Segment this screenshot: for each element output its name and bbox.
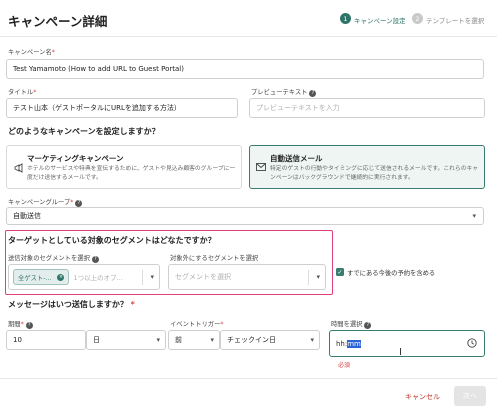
auto-email-description: 特定のゲストの行動やタイミングに応じて送信されるメールです。これらのキャンペーン… [270, 166, 479, 181]
time-input[interactable]: hh: mm [329, 330, 485, 357]
help-icon[interactable]: ? [364, 321, 372, 329]
marketing-campaign-card[interactable]: マーケティングキャンペーン ホテルのサービスや特典を宣伝するために、ゲストや見込… [6, 145, 242, 189]
include-segment-select[interactable]: 全ゲスト-... × 1つ以上のオブ... ▾ [8, 264, 160, 290]
envelope-icon [256, 163, 266, 173]
header-divider [0, 36, 497, 37]
select-separator [142, 270, 143, 285]
exclude-segment-label: 対象外にするセグメントを選択 [170, 255, 259, 262]
auto-email-title: 自動送信メール [270, 154, 323, 163]
chip-remove-icon[interactable]: × [57, 273, 65, 281]
title-input[interactable]: テスト山本（ゲストポータルにURLを追加する方法） [6, 98, 238, 118]
clock-icon[interactable] [467, 338, 477, 350]
chevron-down-icon: ▾ [156, 336, 160, 344]
help-icon[interactable]: ? [25, 321, 33, 329]
period-input[interactable]: 10 [6, 330, 86, 350]
campaign-type-title: どのようなキャンペーンを設定しますか？ [8, 127, 160, 136]
title-label: タイトル* [8, 89, 37, 96]
marketing-campaign-description: ホテルのサービスや特典を宣伝するために、ゲストや見込み顧客のグループに一度だけ送… [27, 166, 236, 181]
campaign-name-input[interactable]: Test Yamamoto (How to add URL to Guest P… [6, 59, 484, 79]
help-icon[interactable]: ? [309, 89, 317, 97]
period-label: 期間*? [8, 319, 33, 329]
step-2-label[interactable]: テンプレートを選択 [426, 15, 484, 25]
include-segment-label: 送信対象のセグメントを選択? [8, 253, 99, 263]
help-icon[interactable]: ? [75, 199, 83, 207]
time-error-text: 必須 [338, 362, 351, 369]
campaign-group-label: キャンペーングループ*? [8, 197, 83, 207]
future-reservations-checkbox[interactable]: ✓ [336, 268, 344, 276]
megaphone-icon [14, 163, 24, 176]
marketing-campaign-title: マーケティングキャンペーン [27, 154, 124, 163]
text-cursor-icon: I [399, 347, 402, 358]
trigger-when-select[interactable]: 前 ▾ [168, 330, 220, 350]
cancel-button[interactable]: キャンセル [405, 392, 440, 402]
chevron-down-icon: ▾ [472, 212, 476, 220]
segment-chip[interactable]: 全ゲスト-... × [13, 269, 70, 285]
preview-text-input[interactable]: プレビューテキストを入力 [249, 98, 485, 118]
exclude-segment-select[interactable]: セグメントを選択 ▾ [168, 264, 326, 290]
footer-divider [0, 378, 497, 379]
step-1-number: 1 [340, 13, 351, 24]
next-button[interactable]: 次へ [454, 386, 486, 406]
trigger-event-select[interactable]: チェックイン日 ▾ [220, 330, 320, 350]
timing-section-title: メッセージはいつ送信しますか？ * [8, 300, 135, 309]
chevron-down-icon: ▾ [150, 273, 154, 281]
select-separator [308, 270, 309, 285]
page-title: キャンペーン詳細 [8, 14, 108, 29]
campaign-name-label: キャンペーン名* [8, 49, 55, 56]
chevron-down-icon: ▾ [316, 273, 320, 281]
chevron-down-icon: ▾ [210, 336, 214, 344]
time-selected-text: mm [347, 339, 361, 348]
event-trigger-label: イベントトリガー* [170, 321, 224, 328]
segment-section-title: ターゲットとしている対象のセグメントはどなたですか？ [8, 236, 216, 245]
step-1-label[interactable]: キャンペーン設定 [354, 15, 406, 25]
campaign-group-select[interactable]: 自動送信 ▾ [6, 207, 484, 225]
future-reservations-label: すでにある今後の予約を含める [347, 270, 436, 277]
help-icon[interactable]: ? [91, 255, 99, 263]
step-2-number: 2 [412, 13, 423, 24]
chevron-down-icon: ▾ [310, 336, 314, 344]
period-unit-select[interactable]: 日 ▾ [86, 330, 166, 350]
time-label: 時間を選択? [331, 319, 372, 329]
auto-email-card[interactable]: 自動送信メール 特定のゲストの行動やタイミングに応じて送信されるメールです。これ… [249, 145, 485, 189]
preview-text-label: プレビューテキスト? [251, 87, 317, 97]
